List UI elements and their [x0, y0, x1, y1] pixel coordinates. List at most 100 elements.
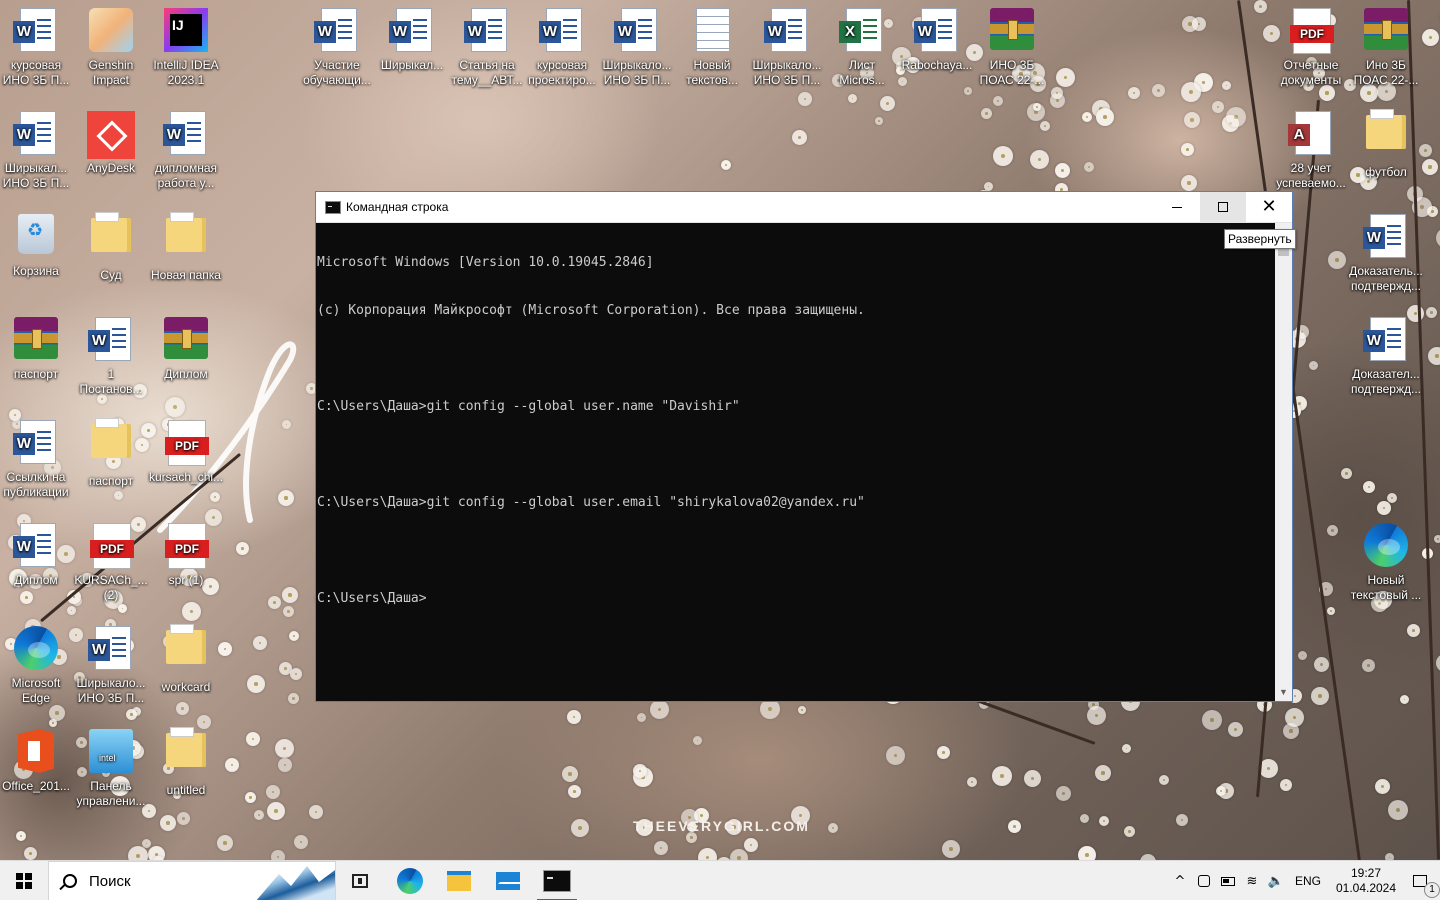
desktop-icon[interactable]: Ширыкало... ИНО 3Б П...	[750, 4, 824, 88]
start-button[interactable]	[0, 861, 48, 900]
taskbar-edge[interactable]	[386, 861, 434, 900]
desktop-icon-label: футбол	[1365, 165, 1407, 179]
cmd-window[interactable]: Командная строка ✕ Microsoft Windows [Ve…	[315, 191, 1293, 702]
desktop-icon[interactable]: Новый текстов...	[675, 4, 749, 88]
minimize-button[interactable]	[1154, 192, 1200, 222]
desktop-icon[interactable]: KURSACh_... (2)	[74, 519, 148, 603]
desktop-icon[interactable]: Ссылки на публикации	[0, 416, 73, 500]
word-doc-icon	[764, 8, 807, 52]
desktop-icon[interactable]: workcard	[149, 622, 223, 695]
word-doc-icon	[13, 420, 56, 464]
desktop-icon[interactable]: ИНО 3Б ПОАС 22-...	[975, 4, 1049, 88]
desktop-icon[interactable]: Ино 3Б ПОАС 22-...	[1349, 4, 1423, 88]
desktop-icon-label: Новый текстовый ...	[1350, 573, 1422, 602]
desktop-icon[interactable]: IntelliJ IDEA 2023.1	[149, 4, 223, 88]
pdf-icon	[1290, 8, 1334, 54]
desktop-icon[interactable]: паспорт	[0, 313, 73, 382]
desktop-icon-label: kursach_chi...	[149, 470, 224, 484]
desktop-icon-label: Ширыкало... ИНО 3Б П...	[76, 676, 146, 705]
notification-center-button[interactable]: 1	[1400, 861, 1440, 900]
desktop-icon[interactable]: Доказатель... подтвержд...	[1349, 210, 1423, 294]
desktop-icon-label: Rabochaya...	[901, 58, 973, 72]
meet-now-button[interactable]	[1192, 861, 1216, 900]
folder-icon	[166, 212, 206, 252]
close-button[interactable]: ✕	[1246, 192, 1292, 222]
desktop-icon[interactable]: Доказател... подтвержд...	[1349, 313, 1423, 397]
desktop-icon[interactable]: Genshin Impact	[74, 4, 148, 88]
volume-button[interactable]: 🔈	[1264, 861, 1288, 900]
show-hidden-icons-button[interactable]: ^	[1168, 861, 1192, 900]
desktop-icon[interactable]: Ширыкал... ИНО 3Б П...	[0, 107, 73, 191]
desktop-icon[interactable]: Корзина	[0, 210, 73, 279]
desktop-icon[interactable]: Ширыкало... ИНО 3Б П...	[600, 4, 674, 88]
word-doc-icon	[389, 8, 432, 52]
desktop-icon-label: Доказатель... подтвержд...	[1349, 264, 1423, 293]
taskbar-task-view[interactable]	[336, 861, 384, 900]
cmd-titlebar[interactable]: Командная строка ✕	[316, 192, 1292, 223]
desktop-icon[interactable]: kursach_chi...	[149, 416, 223, 485]
desktop-icon-label: KURSACh_... (2)	[74, 573, 148, 602]
desktop-icon[interactable]: Microsoft Edge	[0, 622, 73, 706]
language-indicator[interactable]: ENG	[1290, 861, 1326, 900]
console-output[interactable]: Microsoft Windows [Version 10.0.19045.28…	[316, 223, 1275, 701]
winrar-archive-icon	[164, 317, 208, 359]
word-doc-icon	[614, 8, 657, 52]
desktop-icon[interactable]: Новая папка	[149, 210, 223, 283]
desktop-icon[interactable]: untitled	[149, 725, 223, 798]
desktop-icon[interactable]: Office_201...	[0, 725, 73, 794]
taskbar-mail[interactable]	[484, 861, 532, 900]
desktop-icon-label: паспорт	[13, 367, 59, 381]
edge-icon	[397, 868, 423, 894]
vertical-scrollbar[interactable]: ▲ ▼	[1275, 223, 1292, 701]
taskbar-search[interactable]: Поиск	[48, 861, 336, 900]
desktop-icon[interactable]: Диплом	[0, 519, 73, 588]
desktop-icon-label: Новый текстов...	[686, 58, 738, 87]
maximize-tooltip: Развернуть	[1224, 229, 1296, 249]
desktop-icon-label: 1 Постанов...	[79, 367, 143, 396]
winrar-archive-icon	[1364, 8, 1408, 50]
desktop-icon[interactable]: Отчетные документы	[1274, 4, 1348, 88]
word-doc-icon	[88, 317, 131, 361]
windows-logo-icon	[16, 873, 32, 889]
close-icon: ✕	[1261, 196, 1277, 217]
desktop-icon[interactable]: паспорт	[74, 416, 148, 489]
desktop-icon[interactable]: AnyDesk	[74, 107, 148, 176]
desktop-icon[interactable]: Новый текстовый ...	[1349, 519, 1423, 603]
desktop-icon-label: Участие обучающи...	[303, 58, 371, 87]
desktop-icon[interactable]: Лист Micros...	[825, 4, 899, 88]
taskbar-file-explorer[interactable]	[435, 861, 483, 900]
network-button[interactable]: ≋	[1240, 861, 1264, 900]
desktop-icon[interactable]: 28 учет успеваемо...	[1274, 107, 1348, 191]
desktop-icon[interactable]: Панель управлени...	[74, 725, 148, 809]
scroll-down-button[interactable]: ▼	[1275, 684, 1292, 701]
clock[interactable]: 19:27 01.04.2024	[1330, 861, 1402, 900]
desktop-icon[interactable]: Диплом	[149, 313, 223, 382]
word-doc-icon	[1363, 214, 1406, 258]
folder-icon	[166, 727, 206, 767]
desktop-icon-label: spr (1)	[168, 573, 204, 587]
desktop-icon[interactable]: Участие обучающи...	[300, 4, 374, 88]
desktop-icon-label: Лист Micros...	[839, 58, 885, 87]
desktop-icon[interactable]: курсовая ИНО 3Б П...	[0, 4, 73, 88]
desktop-icon[interactable]: дипломная работа у...	[149, 107, 223, 191]
console-prompt[interactable]: C:\Users\Даша>	[317, 591, 1274, 607]
taskbar-command-prompt[interactable]	[533, 861, 581, 900]
desktop-icon[interactable]: Ширыкало... ИНО 3Б П...	[74, 622, 148, 706]
desktop-icon-label: Суд	[100, 268, 122, 282]
folder-icon	[447, 871, 471, 891]
intellij-idea-icon	[164, 8, 208, 52]
maximize-button[interactable]	[1200, 192, 1246, 222]
desktop-icon[interactable]: Ширыкал...	[375, 4, 449, 73]
desktop-icon[interactable]: spr (1)	[149, 519, 223, 588]
desktop-icon[interactable]: 1 Постанов...	[74, 313, 148, 397]
desktop-icon[interactable]: Rabochaya...	[900, 4, 974, 73]
desktop-icon[interactable]: футбол	[1349, 107, 1423, 180]
word-doc-icon	[464, 8, 507, 52]
desktop-icon[interactable]: курсовая проектиро...	[525, 4, 599, 88]
desktop-icon[interactable]: Суд	[74, 210, 148, 283]
desktop-icon-label: IntelliJ IDEA 2023.1	[153, 58, 219, 87]
desktop-icon[interactable]: Статья на тему__АВТ...	[450, 4, 524, 88]
battery-button[interactable]	[1216, 861, 1240, 900]
desktop-icon-label: Статья на тему__АВТ...	[451, 58, 523, 87]
